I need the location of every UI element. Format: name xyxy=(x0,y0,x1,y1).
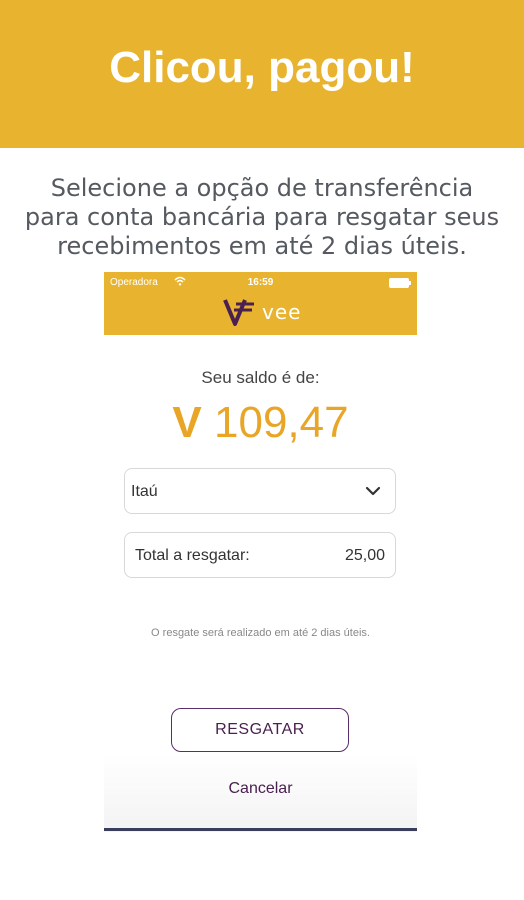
status-bar: Operadora 16:59 xyxy=(104,272,417,292)
header-banner: Clicou, pagou! xyxy=(0,0,524,148)
resgatar-button[interactable]: RESGATAR xyxy=(171,708,349,752)
bank-selected-value: Itaú xyxy=(131,483,158,500)
chevron-down-icon xyxy=(365,486,381,496)
balance-amount: V 109,47 xyxy=(104,398,417,448)
currency-symbol: V xyxy=(172,398,202,447)
total-value: 25,00 xyxy=(344,547,385,564)
total-label: Total a resgatar: xyxy=(135,547,250,564)
balance-label: Seu saldo é de: xyxy=(201,368,320,387)
bank-select[interactable]: Itaú xyxy=(124,468,396,514)
instructions-text: Selecione a opção de transferência para … xyxy=(0,174,524,261)
balance-value: 109,47 xyxy=(214,398,349,447)
app-header: Operadora 16:59 vee xyxy=(104,272,417,335)
redeem-notice: O resgate será realizado em até 2 dias ú… xyxy=(151,627,370,639)
status-time: 16:59 xyxy=(247,277,274,288)
cancel-link[interactable]: Cancelar xyxy=(104,780,417,798)
instructions-line-1: Selecione a opção de transferência xyxy=(50,174,474,202)
battery-icon xyxy=(389,278,411,288)
phone-bottom-divider xyxy=(104,828,417,831)
instructions-line-3: recebimentos em até 2 dias úteis. xyxy=(57,232,467,260)
total-field[interactable]: Total a resgatar: 25,00 xyxy=(124,532,396,578)
instructions-line-2: para conta bancária para resgatar seus xyxy=(24,203,500,231)
banner-title: Clicou, pagou! xyxy=(109,43,415,92)
vee-logo: vee xyxy=(222,297,301,327)
logo-text: vee xyxy=(262,300,302,324)
vee-logo-icon xyxy=(223,299,254,326)
phone-screenshot: Operadora 16:59 vee Seu saldo é de: V 10… xyxy=(104,272,417,832)
